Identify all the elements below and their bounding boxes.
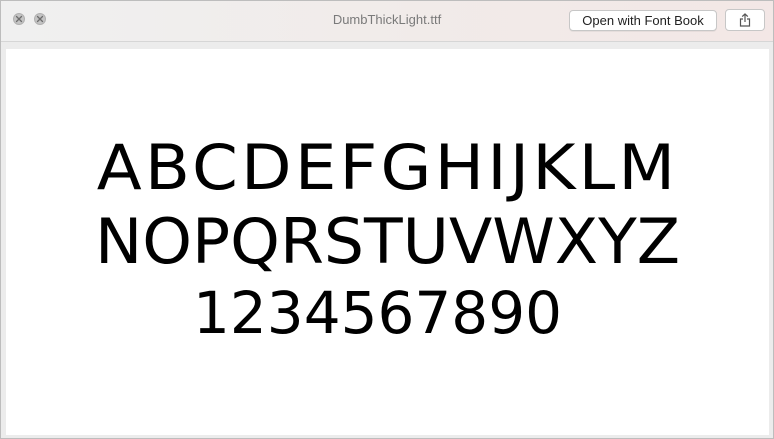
minimize-icon: [36, 15, 44, 23]
close-button[interactable]: [13, 13, 25, 25]
uppercase-line-2: NOPQRSTUVWXYZ: [94, 205, 681, 278]
digits-line: 1234567890: [192, 279, 562, 347]
fullscreen-button[interactable]: [34, 13, 46, 25]
close-icon: [15, 15, 23, 23]
share-icon: [739, 13, 751, 27]
share-button[interactable]: [725, 9, 765, 31]
open-with-font-book-button[interactable]: Open with Font Book: [569, 10, 717, 31]
title-bar[interactable]: DumbThickLight.ttf Open with Font Book: [1, 1, 773, 42]
glyph-preview: ABCDEFGHIJKLM NOPQRSTUVWXYZ 1234567890: [6, 49, 769, 435]
font-preview-area: ABCDEFGHIJKLM NOPQRSTUVWXYZ 1234567890: [6, 49, 769, 435]
uppercase-line-1: ABCDEFGHIJKLM: [96, 131, 679, 204]
quicklook-window: DumbThickLight.ttf Open with Font Book A…: [0, 0, 774, 439]
